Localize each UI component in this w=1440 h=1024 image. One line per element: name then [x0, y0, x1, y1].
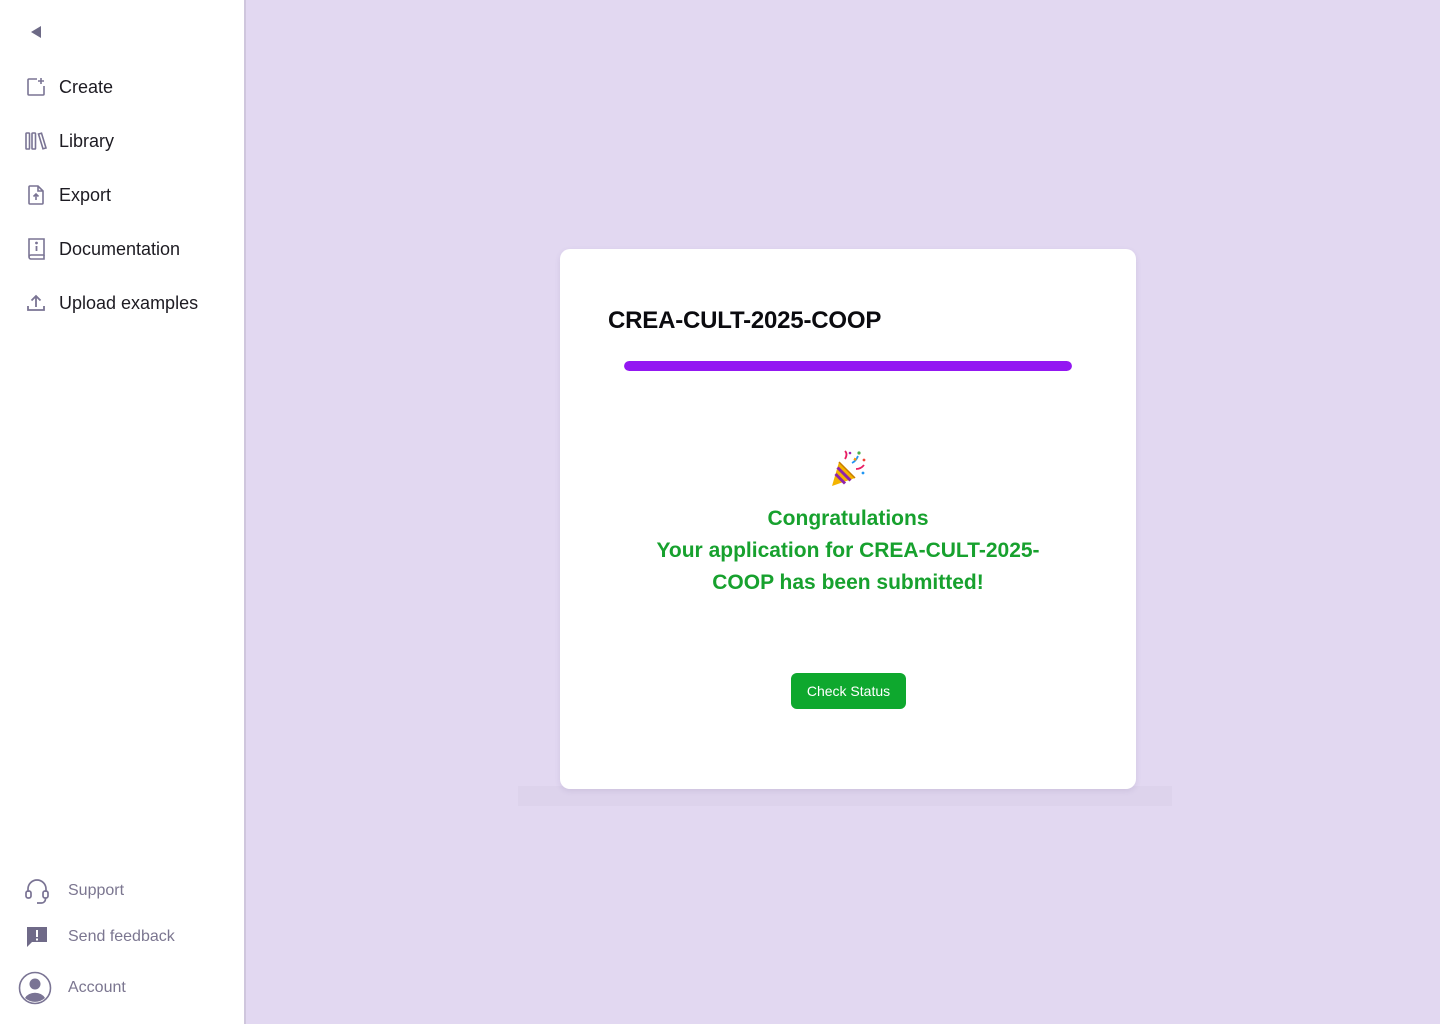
check-status-button[interactable]: Check Status [791, 673, 906, 709]
collapse-sidebar-button[interactable] [26, 22, 46, 42]
sidebar-item-label: Upload examples [59, 292, 199, 313]
sidebar-item-label: Library [59, 130, 115, 151]
headset-icon [22, 876, 52, 906]
upload-icon [24, 291, 48, 315]
success-message: Congratulations Your application for CRE… [648, 503, 1048, 599]
send-feedback-link[interactable]: Send feedback [0, 914, 244, 960]
account-label: Account [68, 979, 126, 996]
triangle-left-icon [31, 26, 41, 38]
documentation-icon [24, 237, 48, 261]
sidebar-item-documentation[interactable]: Documentation [0, 222, 244, 276]
create-icon [24, 75, 48, 99]
sidebar-bottom-nav: Support Send feedback Account [0, 868, 244, 1016]
sidebar-item-upload-examples[interactable]: Upload examples [0, 276, 244, 330]
congratulations-heading: Congratulations [767, 507, 929, 530]
user-avatar-icon [18, 971, 52, 1005]
page-title: CREA-CULT-2025-COOP [608, 307, 882, 334]
submission-confirmation-text: Your application for CREA-CULT-2025-COOP… [656, 539, 1040, 594]
sidebar-item-label: Export [59, 184, 112, 205]
avatar [18, 971, 52, 1005]
account-link[interactable]: Account [0, 960, 244, 1016]
sidebar-item-export[interactable]: Export [0, 168, 244, 222]
sidebar-item-label: Create [59, 76, 114, 97]
support-link[interactable]: Support [0, 868, 244, 914]
sidebar-nav: Create Library Export Documentation Uplo… [0, 60, 244, 330]
sidebar: Create Library Export Documentation Uplo… [0, 0, 246, 1024]
card-backdrop [518, 786, 1172, 806]
export-icon [24, 183, 48, 207]
progress-bar-fill [624, 361, 1072, 371]
submission-card: CREA-CULT-2025-COOP Congratulations Your… [560, 249, 1136, 789]
feedback-icon [22, 922, 52, 952]
sidebar-item-create[interactable]: Create [0, 60, 244, 114]
sidebar-item-library[interactable]: Library [0, 114, 244, 168]
party-popper-icon [828, 449, 868, 489]
sidebar-item-label: Documentation [59, 238, 181, 259]
support-label: Support [68, 882, 125, 899]
progress-bar [624, 361, 1072, 371]
library-icon [24, 129, 48, 153]
send-feedback-label: Send feedback [68, 928, 175, 945]
